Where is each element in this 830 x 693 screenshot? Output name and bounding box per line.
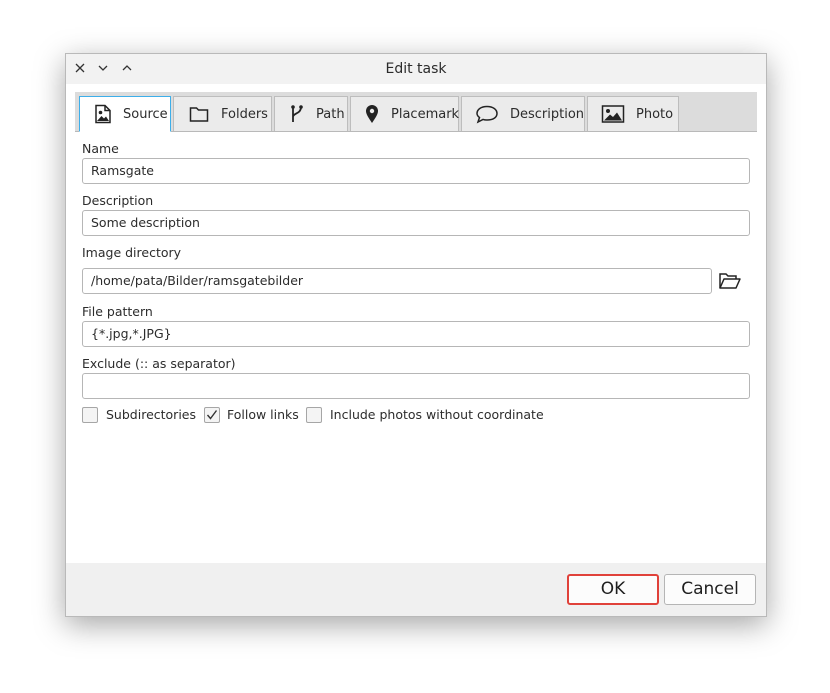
description-input[interactable]: Some description: [82, 210, 750, 236]
tab-placemark[interactable]: Placemark: [350, 96, 459, 131]
tab-path-label: Path: [316, 106, 345, 122]
tab-bar: Source Folders Path Placemark Descriptio…: [75, 92, 757, 132]
exclude-label: Exclude (:: as separator): [82, 356, 236, 371]
subdirectories-label: Subdirectories: [106, 407, 196, 422]
title-bar: Edit task: [66, 54, 766, 84]
description-label: Description: [82, 193, 154, 208]
folder-open-icon[interactable]: [718, 269, 742, 293]
folder-icon: [189, 107, 209, 122]
button-bar: OK Cancel: [66, 563, 766, 616]
file-pattern-label: File pattern: [82, 304, 153, 319]
subdirectories-checkbox[interactable]: [82, 407, 98, 423]
placemark-pin-icon: [366, 105, 378, 123]
name-label: Name: [82, 141, 119, 156]
edit-task-dialog: Edit task Source Folders Path Placemark …: [65, 53, 767, 617]
tab-folders[interactable]: Folders: [173, 96, 272, 131]
follow-links-checkbox[interactable]: [204, 407, 220, 423]
tab-source[interactable]: Source: [79, 96, 171, 132]
window-title: Edit task: [385, 61, 447, 77]
tab-photo-label: Photo: [636, 106, 674, 122]
cancel-button[interactable]: Cancel: [664, 574, 756, 605]
tab-description-label: Description: [510, 106, 585, 122]
include-no-coordinate-checkbox[interactable]: [306, 407, 322, 423]
speech-bubble-icon: [476, 105, 498, 124]
exclude-input[interactable]: [82, 373, 750, 399]
follow-links-label: Follow links: [227, 407, 299, 422]
name-input[interactable]: Ramsgate: [82, 158, 750, 184]
image-file-icon: [95, 104, 111, 124]
tab-placemark-label: Placemark: [391, 106, 460, 122]
tab-description[interactable]: Description: [461, 96, 585, 131]
path-fork-icon: [291, 105, 303, 122]
photo-icon: [601, 105, 625, 123]
file-pattern-input[interactable]: {*.jpg,*.JPG}: [82, 321, 750, 347]
tab-photo[interactable]: Photo: [587, 96, 679, 131]
tab-source-label: Source: [123, 106, 168, 122]
checkmark-icon: [206, 410, 218, 420]
image-directory-label: Image directory: [82, 245, 182, 260]
image-directory-input[interactable]: /home/pata/Bilder/ramsgatebilder: [82, 268, 712, 294]
tab-folders-label: Folders: [221, 106, 268, 122]
include-no-coordinate-label: Include photos without coordinate: [330, 407, 544, 422]
tab-path[interactable]: Path: [274, 96, 348, 131]
ok-button[interactable]: OK: [567, 574, 659, 605]
